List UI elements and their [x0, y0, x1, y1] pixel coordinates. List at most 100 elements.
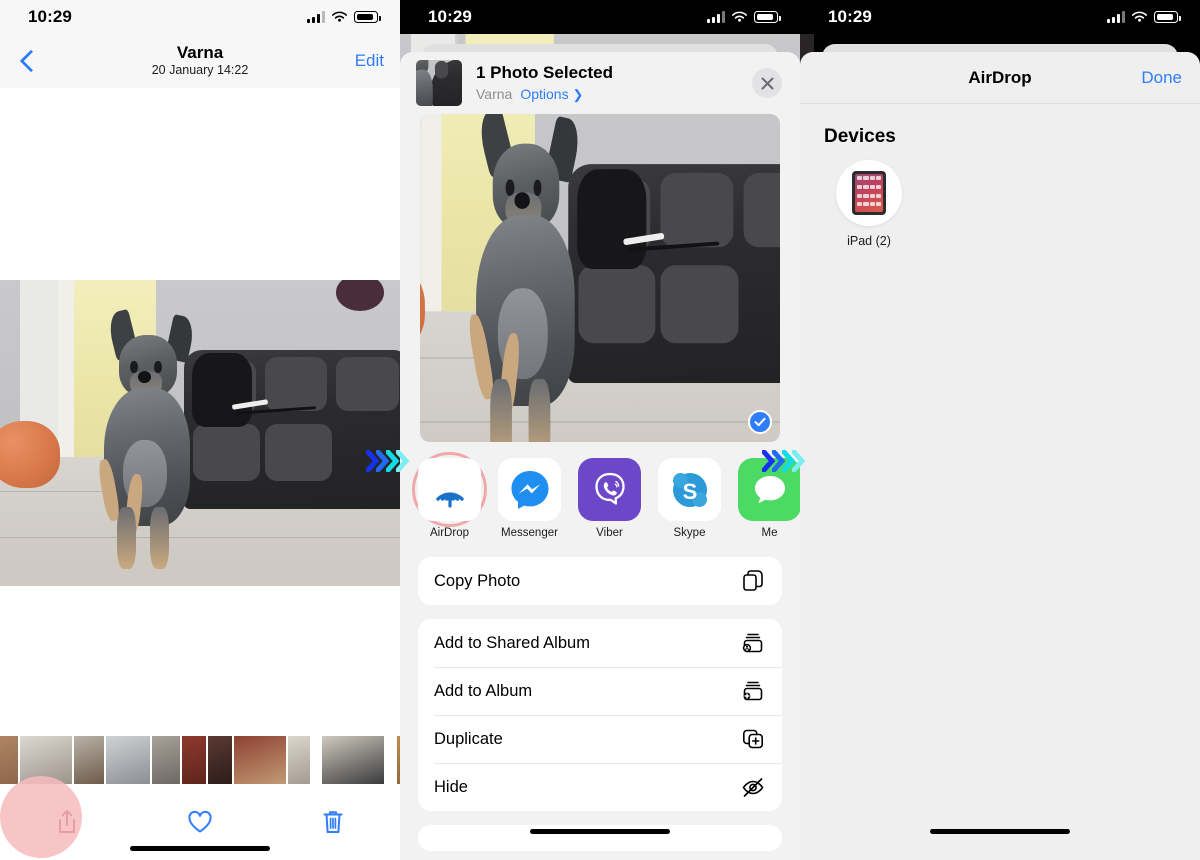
- photo-thumbnail-strip[interactable]: [0, 736, 400, 784]
- action-label: Add to Album: [434, 681, 533, 700]
- selection-subtitle: Varna Options ❯: [476, 86, 752, 103]
- add-album-icon: [740, 678, 766, 704]
- close-button[interactable]: [752, 68, 782, 98]
- svg-text:S: S: [682, 479, 697, 504]
- devices-list: iPad (2): [800, 148, 1200, 248]
- action-label: Hide: [434, 777, 468, 796]
- photo-toolbar: [0, 776, 400, 860]
- airdrop-sheet: AirDrop Done Devices iPad (2): [800, 52, 1200, 860]
- battery-icon: [1154, 11, 1181, 23]
- messenger-icon: [511, 470, 548, 509]
- wifi-icon: [1132, 11, 1147, 22]
- panel-airdrop: 10:29 AirDrop Done Devices iPad (2): [800, 0, 1200, 860]
- copy-icon: [740, 568, 766, 594]
- favorite-button[interactable]: [133, 810, 266, 834]
- photo-stage: [0, 88, 400, 586]
- status-bar-indicators: [307, 11, 381, 23]
- photo-selected-badge: [748, 410, 772, 434]
- device-label: iPad (2): [847, 234, 891, 248]
- home-indicator: [530, 829, 670, 834]
- status-bar-clock: 10:29: [28, 7, 72, 26]
- chevron-right-icon: [396, 450, 410, 472]
- check-circle-icon: [754, 417, 766, 427]
- device-ipad[interactable]: iPad (2): [824, 160, 914, 248]
- back-button[interactable]: [16, 48, 42, 74]
- photo-image[interactable]: [0, 280, 400, 586]
- share-sheet-header: 1 Photo Selected Varna Options ❯: [400, 52, 800, 114]
- airdrop-title: AirDrop: [968, 67, 1032, 87]
- app-label: AirDrop: [430, 527, 469, 539]
- airdrop-icon: [435, 491, 464, 508]
- battery-icon: [754, 11, 781, 23]
- wifi-icon: [332, 11, 347, 22]
- share-target-viber[interactable]: Viber: [578, 458, 641, 539]
- status-bar-indicators: [707, 11, 781, 23]
- home-indicator: [930, 829, 1070, 834]
- action-group-albums: Add to Shared Album Add to Album Duplica…: [418, 619, 782, 811]
- duplicate-icon: [740, 726, 766, 752]
- done-button[interactable]: Done: [1141, 68, 1182, 88]
- app-label: Viber: [596, 527, 623, 539]
- share-actions: Copy Photo Add to Shared Album Add to Al…: [418, 557, 782, 851]
- album-name: Varna: [476, 86, 513, 103]
- share-icon: [58, 810, 75, 833]
- flow-arrow-1: [366, 450, 410, 472]
- skype-icon: S: [672, 472, 707, 507]
- chevron-right-icon: [792, 450, 806, 472]
- page-title: Varna: [176, 42, 224, 62]
- status-bar: 10:29: [0, 0, 400, 34]
- chevron-right-icon: ❯: [572, 86, 584, 102]
- share-target-airdrop[interactable]: AirDrop: [412, 452, 487, 539]
- heart-icon: [188, 810, 212, 833]
- app-label: Messenger: [501, 527, 558, 539]
- action-duplicate[interactable]: Duplicate: [418, 715, 782, 763]
- status-bar-clock: 10:29: [428, 7, 472, 26]
- action-hide[interactable]: Hide: [418, 763, 782, 811]
- panel-share-sheet: 10:29 1 Photo Selected Varna Options ❯ A…: [400, 0, 800, 860]
- trash-icon: [323, 811, 343, 833]
- status-bar: 10:29: [800, 0, 1200, 34]
- battery-icon: [354, 11, 381, 23]
- share-sheet-title-group: 1 Photo Selected Varna Options ❯: [476, 63, 752, 102]
- share-target-skype[interactable]: S Skype: [658, 458, 721, 539]
- status-bar-indicators: [1107, 11, 1181, 23]
- options-label: Options: [520, 85, 569, 102]
- action-label: Add to Shared Album: [434, 633, 590, 652]
- page-subtitle: 20 January 14:22: [151, 62, 249, 77]
- airdrop-header: AirDrop Done: [800, 52, 1200, 104]
- cellular-bars-icon: [1107, 11, 1125, 23]
- delete-button[interactable]: [267, 809, 400, 835]
- edit-button[interactable]: Edit: [355, 51, 384, 71]
- action-group-copy: Copy Photo: [418, 557, 782, 605]
- home-indicator: [130, 846, 270, 851]
- device-avatar: [836, 160, 902, 226]
- viber-icon: [594, 472, 625, 505]
- selected-photo-thumbnail: [416, 60, 462, 106]
- options-link[interactable]: Options ❯: [520, 86, 583, 103]
- navigation-bar: Varna 20 January 14:22 Edit: [0, 34, 400, 88]
- share-target-messenger[interactable]: Messenger: [498, 458, 561, 539]
- action-copy-photo[interactable]: Copy Photo: [418, 557, 782, 605]
- wifi-icon: [732, 11, 747, 22]
- action-label: Duplicate: [434, 729, 503, 748]
- share-app-row[interactable]: AirDrop Messenger Viber S Skype Me: [400, 442, 800, 543]
- selection-title: 1 Photo Selected: [476, 63, 613, 83]
- devices-section-title: Devices: [824, 126, 896, 147]
- ipad-icon: [852, 171, 886, 215]
- action-add-to-album[interactable]: Add to Album: [418, 667, 782, 715]
- shared-album-icon: [740, 630, 766, 656]
- share-preview-photo[interactable]: [420, 114, 780, 442]
- cellular-bars-icon: [707, 11, 725, 23]
- app-label: Skype: [673, 527, 706, 539]
- panel-photo-detail: 10:29 Varna 20 January 14:22 Edit: [0, 0, 400, 860]
- action-add-to-shared-album[interactable]: Add to Shared Album: [418, 619, 782, 667]
- app-label: Me: [761, 527, 778, 539]
- nav-title-group: Varna 20 January 14:22: [0, 43, 400, 80]
- status-bar-clock: 10:29: [828, 7, 872, 26]
- messages-icon: [754, 475, 785, 503]
- status-bar: 10:29: [400, 0, 800, 34]
- flow-arrow-2: [762, 450, 806, 472]
- share-sheet: 1 Photo Selected Varna Options ❯ AirDrop…: [400, 52, 800, 860]
- action-label: Copy Photo: [434, 571, 521, 590]
- cellular-bars-icon: [307, 11, 325, 23]
